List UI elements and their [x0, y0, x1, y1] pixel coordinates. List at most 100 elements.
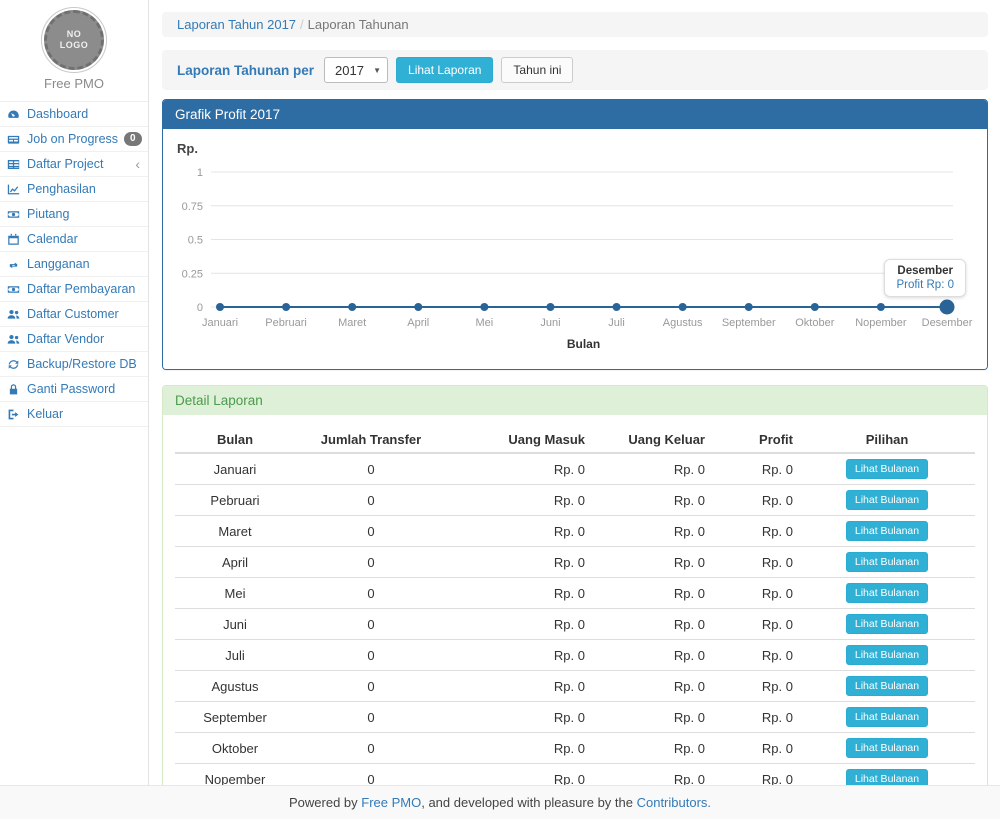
- cell-pilihan: Lihat Bulanan: [799, 453, 975, 485]
- data-point-highlighted[interactable]: [940, 300, 955, 315]
- cell-profit: Rp. 0: [711, 702, 799, 733]
- sidebar-item-penghasilan[interactable]: Penghasilan: [0, 177, 148, 202]
- chart-panel-body: Rp. 00.250.50.751JanuariPebruariMaretApr…: [163, 129, 987, 369]
- x-tick-label: Pebruari: [265, 317, 307, 329]
- lihat-bulanan-button[interactable]: Lihat Bulanan: [846, 614, 928, 634]
- sidebar-item-daftar-vendor[interactable]: Daftar Vendor: [0, 327, 148, 352]
- year-select[interactable]: 2017 ▼: [324, 57, 388, 83]
- cell-pilihan: Lihat Bulanan: [799, 578, 975, 609]
- lihat-bulanan-button[interactable]: Lihat Bulanan: [846, 676, 928, 696]
- cell-jumlah-transfer: 0: [295, 547, 447, 578]
- cell-profit: Rp. 0: [711, 516, 799, 547]
- lihat-bulanan-button[interactable]: Lihat Bulanan: [846, 490, 928, 510]
- cell-jumlah-transfer: 0: [295, 578, 447, 609]
- cell-bulan: Agustus: [175, 671, 295, 702]
- calendar-icon: [7, 233, 21, 246]
- data-point[interactable]: [282, 303, 290, 311]
- free-pmo-link[interactable]: Free PMO: [361, 795, 421, 810]
- cell-bulan: Januari: [175, 453, 295, 485]
- lock-icon: [7, 383, 21, 396]
- cell-jumlah-transfer: 0: [295, 671, 447, 702]
- cell-pilihan: Lihat Bulanan: [799, 640, 975, 671]
- tahun-ini-button[interactable]: Tahun ini: [501, 57, 573, 83]
- footer-prefix: Powered by: [289, 795, 361, 810]
- lihat-bulanan-button[interactable]: Lihat Bulanan: [846, 645, 928, 665]
- cell-uang-keluar: Rp. 0: [591, 609, 711, 640]
- cell-jumlah-transfer: 0: [295, 516, 447, 547]
- x-tick-label: Juli: [608, 317, 625, 329]
- sidebar-item-backup-restore-db[interactable]: Backup/Restore DB: [0, 352, 148, 377]
- data-point[interactable]: [348, 303, 356, 311]
- lihat-bulanan-button[interactable]: Lihat Bulanan: [846, 583, 928, 603]
- x-tick-label: Maret: [338, 317, 366, 329]
- data-point[interactable]: [414, 303, 422, 311]
- report-table: BulanJumlah TransferUang MasukUang Kelua…: [175, 427, 975, 819]
- cell-profit: Rp. 0: [711, 733, 799, 764]
- table-row: Oktober0Rp. 0Rp. 0Rp. 0Lihat Bulanan: [175, 733, 975, 764]
- report-table-body: Januari0Rp. 0Rp. 0Rp. 0Lihat BulananPebr…: [175, 453, 975, 819]
- data-point[interactable]: [745, 303, 753, 311]
- data-point[interactable]: [480, 303, 488, 311]
- sidebar: NO LOGO Free PMO Dashboard Job on Progres…: [0, 0, 149, 819]
- sidebar-item-label: Dashboard: [27, 107, 88, 121]
- sidebar-item-daftar-project[interactable]: Daftar Project‹: [0, 152, 148, 177]
- cell-uang-masuk: Rp. 0: [447, 671, 591, 702]
- sidebar-item-label: Ganti Password: [27, 382, 115, 396]
- data-point[interactable]: [216, 303, 224, 311]
- cell-bulan: Juni: [175, 609, 295, 640]
- cell-uang-masuk: Rp. 0: [447, 547, 591, 578]
- sidebar-item-label: Job on Progress: [27, 132, 118, 146]
- sidebar-menu: Dashboard Job on Progress0Daftar Project‹…: [0, 102, 148, 427]
- cell-pilihan: Lihat Bulanan: [799, 547, 975, 578]
- breadcrumb-current: Laporan Tahunan: [308, 17, 409, 32]
- chevron-left-icon: ‹: [135, 159, 140, 169]
- page-footer: Powered by Free PMO, and developed with …: [0, 785, 1000, 819]
- contributors-link[interactable]: Contributors.: [637, 795, 711, 810]
- cell-uang-keluar: Rp. 0: [591, 547, 711, 578]
- sidebar-item-ganti-password[interactable]: Ganti Password: [0, 377, 148, 402]
- sidebar-item-daftar-customer[interactable]: Daftar Customer: [0, 302, 148, 327]
- table-row: Maret0Rp. 0Rp. 0Rp. 0Lihat Bulanan: [175, 516, 975, 547]
- x-tick-label: Mei: [475, 317, 493, 329]
- cell-uang-masuk: Rp. 0: [447, 733, 591, 764]
- sidebar-item-keluar[interactable]: Keluar: [0, 402, 148, 427]
- x-tick-label: Desember: [922, 317, 973, 329]
- lihat-bulanan-button[interactable]: Lihat Bulanan: [846, 738, 928, 758]
- year-select-value: 2017: [335, 63, 364, 78]
- logo-section: NO LOGO Free PMO: [0, 0, 148, 102]
- sidebar-item-langganan[interactable]: Langganan: [0, 252, 148, 277]
- no-logo-badge: NO LOGO: [44, 10, 104, 70]
- chart-panel-title: Grafik Profit 2017: [163, 100, 987, 129]
- cell-uang-keluar: Rp. 0: [591, 671, 711, 702]
- sidebar-item-label: Backup/Restore DB: [27, 357, 137, 371]
- sidebar-item-label: Penghasilan: [27, 182, 96, 196]
- lihat-bulanan-button[interactable]: Lihat Bulanan: [846, 521, 928, 541]
- data-point[interactable]: [613, 303, 621, 311]
- data-point[interactable]: [811, 303, 819, 311]
- sidebar-item-daftar-pembayaran[interactable]: Daftar Pembayaran: [0, 277, 148, 302]
- data-point[interactable]: [546, 303, 554, 311]
- sidebar-item-dashboard[interactable]: Dashboard: [0, 102, 148, 127]
- cell-uang-masuk: Rp. 0: [447, 702, 591, 733]
- data-point[interactable]: [877, 303, 885, 311]
- sidebar-item-job-on-progress[interactable]: Job on Progress0: [0, 127, 148, 152]
- chart-svg: 00.250.50.751JanuariPebruariMaretAprilMe…: [175, 156, 977, 358]
- cell-jumlah-transfer: 0: [295, 609, 447, 640]
- retweet-icon: [7, 258, 21, 271]
- sign-out-icon: [7, 408, 21, 421]
- cell-uang-masuk: Rp. 0: [447, 609, 591, 640]
- cell-profit: Rp. 0: [711, 671, 799, 702]
- sidebar-item-piutang[interactable]: Piutang: [0, 202, 148, 227]
- sidebar-item-label: Daftar Pembayaran: [27, 282, 135, 296]
- lihat-laporan-button[interactable]: Lihat Laporan: [396, 57, 493, 83]
- lihat-bulanan-button[interactable]: Lihat Bulanan: [846, 552, 928, 572]
- sidebar-item-calendar[interactable]: Calendar: [0, 227, 148, 252]
- cell-uang-masuk: Rp. 0: [447, 516, 591, 547]
- cell-pilihan: Lihat Bulanan: [799, 516, 975, 547]
- tooltip-value: Profit Rp: 0: [896, 279, 954, 291]
- lihat-bulanan-button[interactable]: Lihat Bulanan: [846, 459, 928, 479]
- lihat-bulanan-button[interactable]: Lihat Bulanan: [846, 707, 928, 727]
- data-point[interactable]: [679, 303, 687, 311]
- y-tick-label: 0.75: [182, 201, 203, 213]
- breadcrumb-link-laporan-tahun[interactable]: Laporan Tahun 2017: [177, 17, 296, 32]
